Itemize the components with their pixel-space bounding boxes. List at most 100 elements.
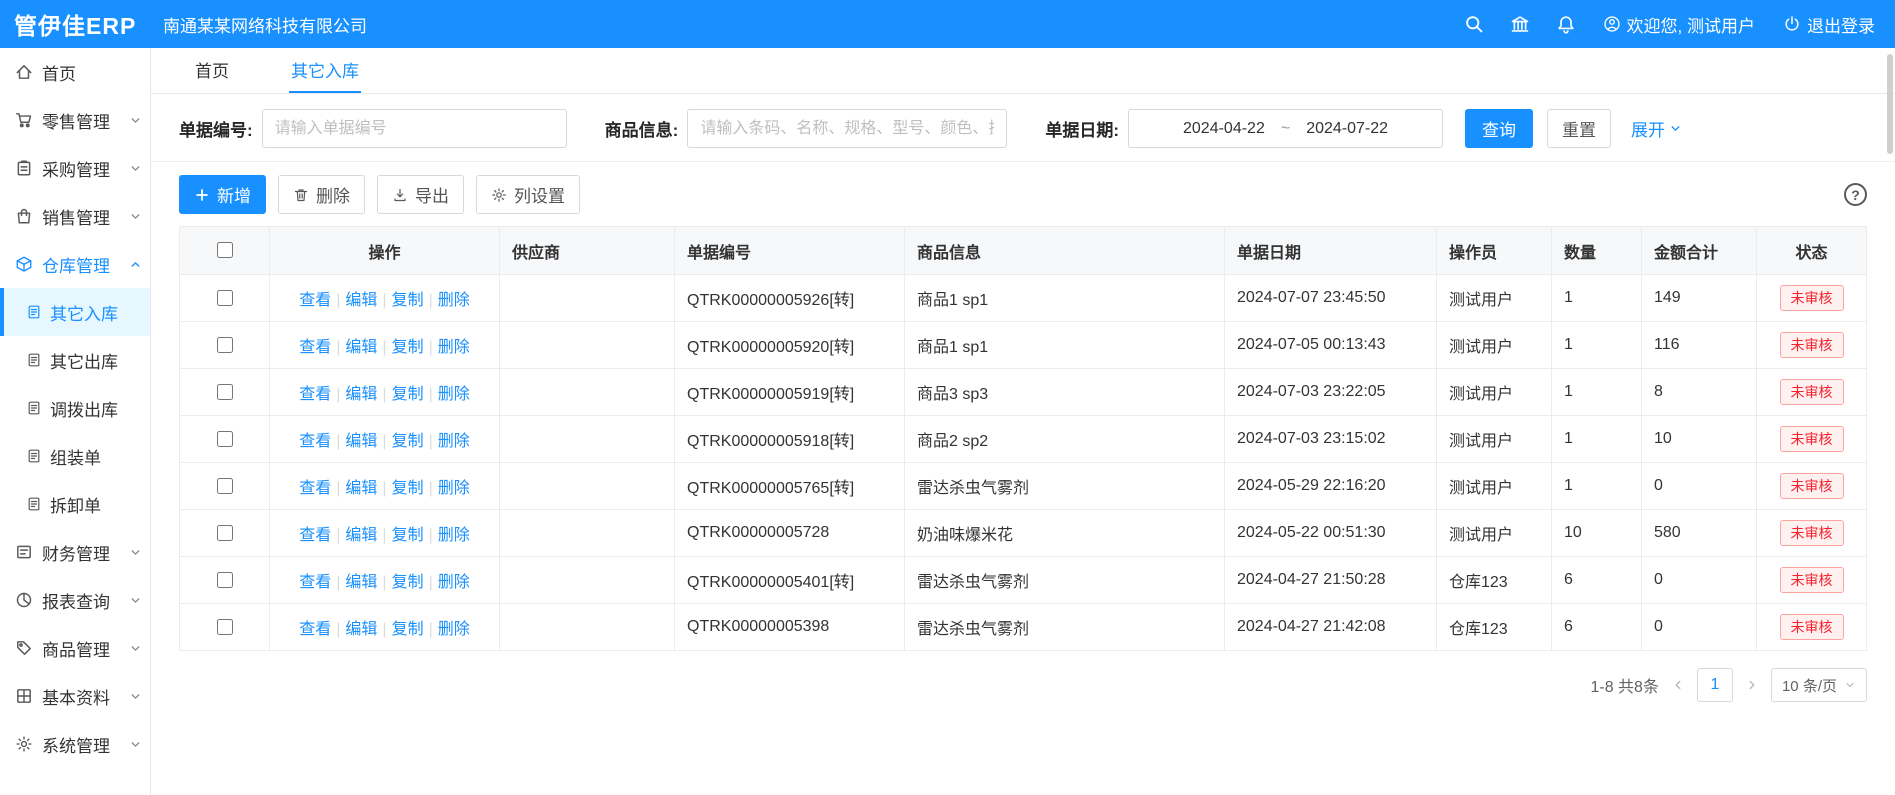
cell-date: 2024-07-07 23:45:50 [1225,275,1437,322]
logout-button[interactable]: 退出登录 [1783,12,1875,37]
row-action-edit[interactable]: 编辑 [345,433,377,450]
row-action-copy[interactable]: 复制 [392,527,424,544]
row-action-view[interactable]: 查看 [299,433,331,450]
sidebar-item-purchase[interactable]: 采购管理 [0,144,150,192]
sidebar-subitem-assembly-order[interactable]: 组装单 [0,432,150,480]
cell-supplier [500,322,675,369]
row-action-view[interactable]: 查看 [299,386,331,403]
row-action-edit[interactable]: 编辑 [345,574,377,591]
cell-amount: 0 [1642,604,1757,651]
sidebar-subitem-other-inbound[interactable]: 其它入库 [0,288,150,336]
select-all-checkbox[interactable] [217,242,233,258]
tab-home[interactable]: 首页 [193,48,231,93]
date-range-picker[interactable]: 2024-04-22 ~ 2024-07-22 [1128,109,1443,148]
row-action-view[interactable]: 查看 [299,574,331,591]
help-icon[interactable]: ? [1844,183,1867,206]
row-action-edit[interactable]: 编辑 [345,480,377,497]
row-checkbox[interactable] [217,525,233,541]
row-action-copy[interactable]: 复制 [392,292,424,309]
row-action-delete[interactable]: 删除 [438,480,470,497]
status-badge: 未审核 [1780,285,1844,311]
reset-button[interactable]: 重置 [1547,109,1611,148]
product-info-input[interactable] [687,109,1007,148]
row-checkbox[interactable] [217,384,233,400]
sidebar-subitem-other-outbound[interactable]: 其它出库 [0,336,150,384]
search-icon[interactable] [1464,14,1484,34]
row-action-view[interactable]: 查看 [299,292,331,309]
row-action-delete[interactable]: 删除 [438,386,470,403]
row-action-edit[interactable]: 编辑 [345,292,377,309]
order-no-input[interactable] [262,109,567,148]
window-scrollbar[interactable] [1887,54,1893,154]
cell-amount: 0 [1642,463,1757,510]
row-checkbox[interactable] [217,290,233,306]
chevron-right-icon[interactable] [1745,678,1759,692]
filter-order-no: 单据编号: [179,109,567,148]
row-action-delete[interactable]: 删除 [438,292,470,309]
row-checkbox[interactable] [217,619,233,635]
row-action-delete[interactable]: 删除 [438,574,470,591]
gear-icon [491,187,507,203]
cell-supplier [500,604,675,651]
action-separator: | [336,574,340,591]
row-action-view[interactable]: 查看 [299,480,331,497]
row-action-copy[interactable]: 复制 [392,386,424,403]
row-actions-cell: 查看|编辑|复制|删除 [270,557,500,604]
row-checkbox[interactable] [217,478,233,494]
row-action-view[interactable]: 查看 [299,339,331,356]
row-action-copy[interactable]: 复制 [392,621,424,638]
row-action-edit[interactable]: 编辑 [345,527,377,544]
row-action-copy[interactable]: 复制 [392,339,424,356]
row-action-delete[interactable]: 删除 [438,527,470,544]
sidebar-item-finance[interactable]: 财务管理 [0,528,150,576]
sidebar-item-home[interactable]: 首页 [0,48,150,96]
sidebar-subitem-disassembly-order[interactable]: 拆卸单 [0,480,150,528]
sidebar-item-basedata[interactable]: 基本资料 [0,672,150,720]
row-action-edit[interactable]: 编辑 [345,621,377,638]
page-number-button[interactable]: 1 [1697,668,1733,702]
action-separator: | [382,480,386,497]
chevron-left-icon[interactable] [1671,678,1685,692]
add-button[interactable]: 新增 [179,175,266,214]
column-settings-button[interactable]: 列设置 [476,175,580,214]
date-start-value[interactable]: 2024-04-22 [1183,120,1265,138]
row-action-copy[interactable]: 复制 [392,574,424,591]
row-action-edit[interactable]: 编辑 [345,339,377,356]
search-button[interactable]: 查询 [1465,109,1533,148]
sidebar-item-report[interactable]: 报表查询 [0,576,150,624]
sidebar-item-sales[interactable]: 销售管理 [0,192,150,240]
row-action-view[interactable]: 查看 [299,621,331,638]
sidebar-item-warehouse[interactable]: 仓库管理 [0,240,150,288]
row-checkbox[interactable] [217,572,233,588]
row-action-delete[interactable]: 删除 [438,621,470,638]
delete-button[interactable]: 删除 [278,175,365,214]
date-end-value[interactable]: 2024-07-22 [1306,120,1388,138]
cell-qty: 1 [1552,275,1642,322]
tab-other-inbound[interactable]: 其它入库 [289,48,361,93]
bank-icon[interactable] [1510,14,1530,34]
cell-order-no: QTRK00000005398 [675,604,905,651]
row-action-copy[interactable]: 复制 [392,480,424,497]
sidebar-item-retail[interactable]: 零售管理 [0,96,150,144]
row-action-delete[interactable]: 删除 [438,339,470,356]
column-header-status: 状态 [1757,227,1867,275]
bell-icon[interactable] [1556,14,1576,34]
page-size-select[interactable]: 10 条/页 [1771,668,1867,702]
sidebar-subitem-transfer-outbound[interactable]: 调拨出库 [0,384,150,432]
sidebar-item-system[interactable]: 系统管理 [0,720,150,768]
row-action-copy[interactable]: 复制 [392,433,424,450]
column-header-operator: 操作员 [1437,227,1552,275]
row-action-edit[interactable]: 编辑 [345,386,377,403]
expand-link[interactable]: 展开 [1631,116,1682,141]
cell-date: 2024-07-05 00:13:43 [1225,322,1437,369]
welcome-user[interactable]: 欢迎您, 测试用户 [1603,12,1755,37]
row-action-view[interactable]: 查看 [299,527,331,544]
export-button[interactable]: 导出 [377,175,464,214]
row-action-delete[interactable]: 删除 [438,433,470,450]
sidebar-item-product[interactable]: 商品管理 [0,624,150,672]
row-checkbox[interactable] [217,337,233,353]
cell-qty: 1 [1552,416,1642,463]
row-checkbox[interactable] [217,431,233,447]
chevron-down-icon [129,594,142,607]
cell-qty: 1 [1552,463,1642,510]
